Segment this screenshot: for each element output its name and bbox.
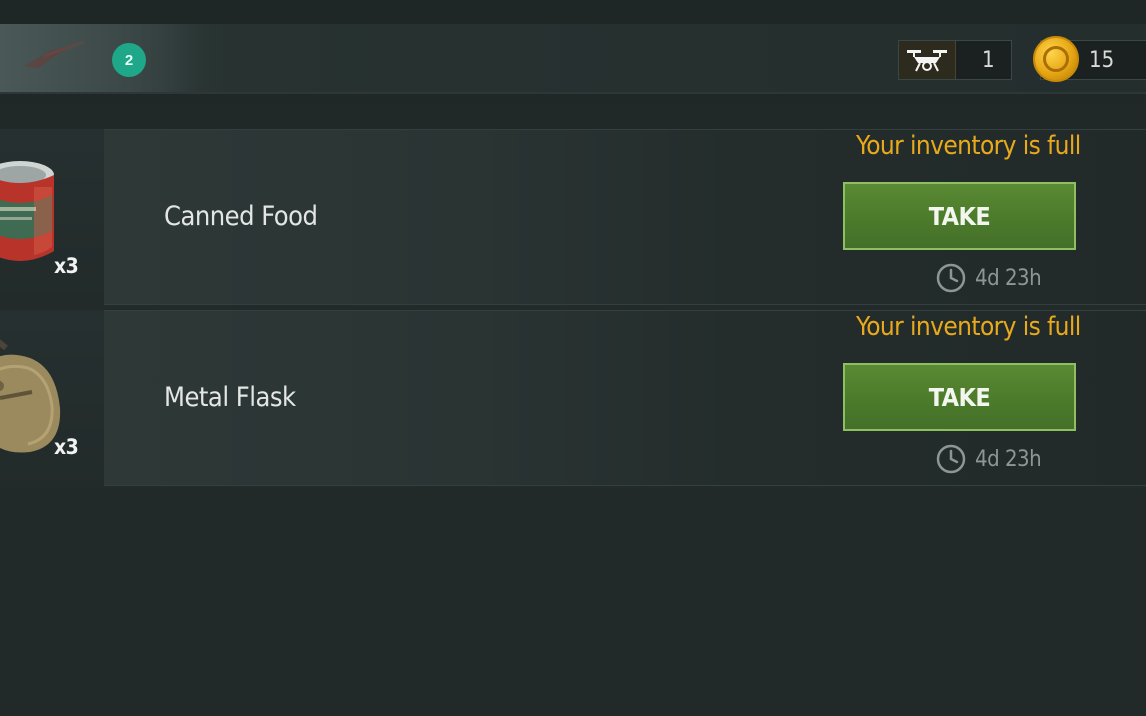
coin-count: 15 bbox=[1089, 47, 1115, 73]
clock-icon bbox=[936, 263, 966, 293]
drone-currency-display[interactable]: 1 bbox=[898, 40, 1012, 80]
inventory-full-warning: Your inventory is full bbox=[856, 312, 1081, 342]
inventory-full-warning: Your inventory is full bbox=[856, 131, 1081, 161]
time-left: 4d 23h bbox=[975, 446, 1042, 472]
item-name: Canned Food bbox=[164, 201, 318, 232]
list-item: x3 Metal Flask Your inventory is full TA… bbox=[0, 310, 1146, 486]
take-button[interactable]: TAKE bbox=[843, 182, 1076, 250]
item-quantity: x3 bbox=[54, 435, 79, 459]
notification-badge: 2 bbox=[112, 43, 146, 77]
list-item: x3 Canned Food Your inventory is full TA… bbox=[0, 129, 1146, 305]
item-icon-slot: x3 bbox=[0, 129, 104, 305]
coin-icon bbox=[1033, 36, 1079, 82]
drone-icon bbox=[899, 41, 956, 79]
expiry-timer: 4d 23h bbox=[935, 262, 1042, 294]
inventory-screen: 2 1 15 x3 Canned Food Your inventory is … bbox=[0, 0, 1146, 716]
item-icon-slot: x3 bbox=[0, 310, 104, 486]
take-button[interactable]: TAKE bbox=[843, 363, 1076, 431]
expiry-timer: 4d 23h bbox=[935, 443, 1042, 475]
header-back-panel[interactable] bbox=[0, 24, 200, 92]
blood-splatter-decoration bbox=[24, 40, 85, 68]
drone-count: 1 bbox=[982, 47, 995, 73]
item-quantity: x3 bbox=[54, 254, 79, 278]
time-left: 4d 23h bbox=[975, 265, 1042, 291]
header-divider bbox=[0, 92, 1146, 94]
empty-list-area bbox=[0, 488, 1146, 716]
item-name: Metal Flask bbox=[164, 382, 296, 413]
clock-icon bbox=[936, 444, 966, 474]
